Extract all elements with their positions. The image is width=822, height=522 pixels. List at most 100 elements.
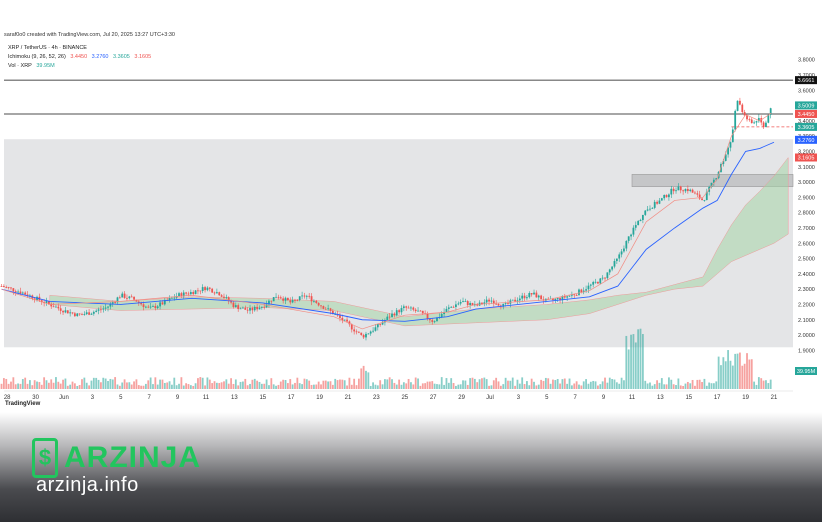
volume-bar-31 xyxy=(73,383,76,389)
candle-body-284 xyxy=(672,188,675,192)
x-tick-label-4: 5 xyxy=(119,395,123,400)
volume-bar-172 xyxy=(407,378,410,389)
volume-bar-77 xyxy=(182,385,185,389)
volume-bar-18 xyxy=(43,377,46,389)
x-tick-label-13: 23 xyxy=(373,395,380,400)
candle-body-168 xyxy=(398,310,401,313)
volume-bar-97 xyxy=(230,378,232,389)
candle-body-225 xyxy=(533,292,535,295)
volume-bar-13 xyxy=(31,385,34,389)
candle-body-173 xyxy=(410,307,412,309)
volume-bar-314 xyxy=(743,363,746,389)
candle-body-312 xyxy=(739,100,741,105)
candle-body-127 xyxy=(301,295,303,297)
volume-bar-123 xyxy=(291,384,294,389)
candle-body-143 xyxy=(339,315,341,318)
volume-bar-179 xyxy=(424,383,427,389)
volume-bar-286 xyxy=(677,378,680,389)
candle-body-282 xyxy=(668,194,670,198)
candle-body-6 xyxy=(14,291,17,293)
volume-bar-156 xyxy=(369,385,372,389)
volume-bar-153 xyxy=(362,365,365,389)
candle-body-234 xyxy=(554,298,557,301)
candle-body-239 xyxy=(566,296,569,298)
candle-body-118 xyxy=(279,297,282,299)
volume-bar-5 xyxy=(12,377,15,389)
candle-body-206 xyxy=(488,299,490,302)
volume-bar-138 xyxy=(327,381,330,389)
volume-bar-44 xyxy=(104,378,107,389)
candle-body-116 xyxy=(275,296,277,298)
volume-bar-323 xyxy=(765,380,767,389)
volume-bar-221 xyxy=(523,384,526,389)
y-tick-label-16: 2.2000 xyxy=(798,302,815,308)
volume-bar-70 xyxy=(166,382,169,389)
candle-body-40 xyxy=(95,310,98,312)
candle-body-288 xyxy=(682,190,685,192)
volume-bar-269 xyxy=(637,329,640,389)
candle-body-120 xyxy=(284,297,287,301)
volume-bar-259 xyxy=(613,379,616,389)
tradingview-logo: TradingView xyxy=(5,401,41,407)
volume-bar-316 xyxy=(748,359,751,389)
candle-body-240 xyxy=(568,295,571,297)
candle-body-55 xyxy=(130,296,133,298)
volume-bar-159 xyxy=(376,385,379,389)
candle-body-214 xyxy=(507,303,509,304)
volume-bar-287 xyxy=(679,385,682,389)
candle-body-151 xyxy=(357,331,360,333)
candle-body-289 xyxy=(684,188,687,192)
candle-body-52 xyxy=(123,293,126,298)
volume-bar-284 xyxy=(672,384,675,389)
volume-bar-185 xyxy=(438,384,441,389)
x-tick-label-27: 21 xyxy=(771,395,778,400)
volume-bar-204 xyxy=(483,377,486,389)
candle-body-322 xyxy=(762,122,765,127)
volume-bar-86 xyxy=(204,385,206,389)
candle-body-38 xyxy=(90,313,93,315)
candle-body-25 xyxy=(59,308,62,311)
volume-bar-227 xyxy=(537,384,540,389)
y-tick-label-2: 3.6000 xyxy=(798,88,815,94)
volume-bar-175 xyxy=(414,377,417,389)
volume-bar-243 xyxy=(575,381,578,389)
volume-bar-69 xyxy=(163,382,166,389)
candle-body-145 xyxy=(343,319,346,321)
volume-bar-194 xyxy=(459,384,462,389)
candle-body-114 xyxy=(270,300,273,302)
volume-bar-216 xyxy=(511,377,514,389)
candle-body-78 xyxy=(185,292,188,294)
price-chart[interactable]: 28 30 Jun 3 5 7 9 11 13 15 17 19 21 23 25 27 29 Jul 3 5 7 9 11… xyxy=(0,40,822,400)
volume-bar-196 xyxy=(464,380,467,389)
candle-body-164 xyxy=(388,316,391,318)
y-tick-label-8: 3.0000 xyxy=(798,180,815,186)
volume-bar-256 xyxy=(606,382,609,389)
x-tick-label-1: 30 xyxy=(32,395,39,400)
candle-body-262 xyxy=(620,251,623,255)
y-tick-label-0: 3.8000 xyxy=(798,58,815,64)
volume-bar-222 xyxy=(526,381,528,389)
price-label-text-5: 3.1605 xyxy=(798,155,815,161)
volume-bar-173 xyxy=(410,382,412,389)
volume-bar-255 xyxy=(604,377,606,389)
candle-body-32 xyxy=(76,313,79,317)
candle-body-182 xyxy=(431,320,434,322)
candle-body-308 xyxy=(729,142,732,148)
candle-body-290 xyxy=(686,188,689,192)
candle-body-264 xyxy=(625,240,628,249)
volume-bar-257 xyxy=(608,377,611,389)
volume-bar-299 xyxy=(708,382,711,389)
candle-body-177 xyxy=(419,310,422,312)
candle-body-131 xyxy=(310,296,313,302)
volume-bar-101 xyxy=(239,381,242,389)
volume-bar-147 xyxy=(348,377,351,389)
candle-body-1 xyxy=(2,286,5,288)
volume-bar-285 xyxy=(675,385,677,389)
volume-bar-187 xyxy=(443,384,445,389)
x-tick-label-23: 13 xyxy=(657,395,664,400)
volume-bar-141 xyxy=(334,378,337,389)
candle-body-154 xyxy=(365,333,367,338)
volume-bar-84 xyxy=(199,377,202,389)
volume-bar-281 xyxy=(665,384,668,389)
volume-bar-140 xyxy=(331,384,334,389)
